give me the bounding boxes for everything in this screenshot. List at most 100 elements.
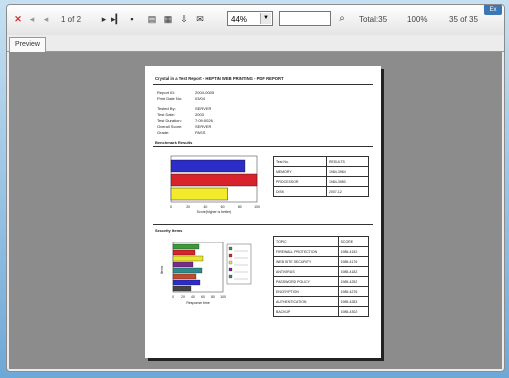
table-cell: Test No. bbox=[273, 156, 327, 167]
table-cell: 1985-4302 bbox=[337, 306, 370, 317]
chart2-bar bbox=[172, 243, 200, 250]
benchmark-table: Test No. RESULTS MEMORY 1984-3984 PROCESSOR 1… bbox=[273, 156, 370, 197]
email-icon[interactable]: ✉ bbox=[195, 13, 205, 25]
section1-label: Benchmark Results bbox=[155, 140, 193, 145]
tab-bar: Preview bbox=[7, 35, 504, 52]
chart2-bar bbox=[172, 255, 204, 262]
security-chart: 0 20 40 60 80 100 Response time Items bbox=[160, 242, 252, 305]
info-label: Print Date No: bbox=[157, 96, 183, 101]
chart2-bar bbox=[172, 267, 203, 274]
info-value: 7:09:0026 bbox=[195, 118, 213, 123]
chart2-bar bbox=[172, 279, 201, 286]
table-cell: FIREWALL PROTECTION bbox=[273, 246, 339, 257]
percent-label: 100% bbox=[407, 15, 428, 24]
chart2-legend-swatch bbox=[228, 253, 233, 258]
info-value: PASS bbox=[195, 130, 206, 135]
info-value: 2003 bbox=[195, 112, 204, 117]
last-page-icon[interactable]: ▸▎ bbox=[111, 13, 122, 25]
zoom-select[interactable]: 44% ▼ bbox=[227, 11, 273, 26]
stop-icon[interactable]: ▪ bbox=[127, 13, 137, 25]
chart1-axis-label: Score(higher is better) bbox=[197, 210, 232, 214]
table-row: Test No. RESULTS bbox=[273, 156, 370, 167]
table-cell: 1985-4152 bbox=[337, 246, 370, 257]
info-value: 03/04 bbox=[195, 96, 206, 101]
table-cell: 1984-3980 bbox=[325, 176, 370, 187]
info-label: Test Duration: bbox=[157, 118, 182, 123]
table-cell: 1985-4283 bbox=[337, 296, 370, 307]
table-row: WEB SITE SECURITY 1985-4176 bbox=[273, 256, 370, 267]
print-icon[interactable]: ▤ bbox=[147, 13, 157, 25]
chart2-legend-swatch bbox=[228, 260, 233, 265]
table-cell: 1985-4176 bbox=[337, 256, 370, 267]
count-label: 35 of 35 bbox=[449, 15, 478, 24]
info-label: Report ID: bbox=[157, 90, 176, 95]
table-cell: SCORE bbox=[337, 236, 370, 247]
info-value: SERVER bbox=[195, 124, 212, 129]
report-page: Crystal in a Test Report - HEPTIN WEB PR… bbox=[145, 66, 381, 358]
chart1-tick-label: 60 bbox=[221, 205, 225, 209]
info-value: SERVER bbox=[195, 106, 212, 111]
report-viewer-window: ✕ ◂ ◂ 1 of 2 ▸ ▸▎ ▪ ▤ ▦ ⇩ ✉ 44% ▼ ⌕ Tota… bbox=[6, 4, 505, 372]
report-title: Crystal in a Test Report - HEPTIN WEB PR… bbox=[155, 76, 284, 81]
chart1-tick-label: 100 bbox=[254, 205, 260, 209]
chart1-tick-label: 40 bbox=[203, 205, 207, 209]
chart2-axis-label: Response time bbox=[186, 301, 209, 305]
chart2-tick-label: 20 bbox=[181, 295, 185, 299]
info-label: Test Date: bbox=[157, 112, 176, 117]
table-cell: BACKUP bbox=[273, 306, 339, 317]
close-icon[interactable]: ✕ bbox=[13, 13, 23, 25]
table-cell: ANTIVIRUS bbox=[273, 266, 339, 277]
next-page-icon[interactable]: ▸ bbox=[99, 13, 109, 25]
prev-page-icon[interactable]: ◂ bbox=[41, 13, 51, 25]
search-input[interactable] bbox=[279, 11, 331, 26]
table-row: TOPIC SCORE bbox=[273, 236, 370, 247]
table-cell: ENCRYPTION bbox=[273, 286, 339, 297]
print-setup-icon[interactable]: ▦ bbox=[163, 13, 173, 25]
chart2-y-axis-label: Items bbox=[160, 265, 164, 274]
preview-pane: Crystal in a Test Report - HEPTIN WEB PR… bbox=[9, 52, 502, 369]
table-cell: 1985-4252 bbox=[337, 276, 370, 287]
table-row: ENCRYPTION 1985-4276 bbox=[273, 286, 370, 297]
table-cell: PROCESSOR bbox=[273, 176, 327, 187]
table-cell: 1985-4182 bbox=[337, 266, 370, 277]
export-icon[interactable]: ⇩ bbox=[179, 13, 189, 25]
chart1-bar bbox=[170, 173, 258, 187]
table-row: MEMORY 1984-3984 bbox=[273, 166, 370, 177]
table-row: BACKUP 1985-4302 bbox=[273, 306, 370, 317]
table-cell: 1984-3984 bbox=[325, 166, 370, 177]
table-cell: WEB SITE SECURITY bbox=[273, 256, 339, 267]
table-row: AUTHENTICATION 1985-4283 bbox=[273, 296, 370, 307]
table-row: ANTIVIRUS 1985-4182 bbox=[273, 266, 370, 277]
table-cell: PASSWORD POLICY bbox=[273, 276, 339, 287]
chart2-tick-label: 0 bbox=[172, 295, 174, 299]
title-rule bbox=[153, 84, 373, 85]
chart2-tick-label: 100 bbox=[220, 295, 226, 299]
table-cell: MEMORY bbox=[273, 166, 327, 177]
table-row: PASSWORD POLICY 1985-4252 bbox=[273, 276, 370, 287]
table-cell: TOPIC bbox=[273, 236, 339, 247]
table-row: FIREWALL PROTECTION 1985-4152 bbox=[273, 246, 370, 257]
chart2-bar bbox=[172, 249, 196, 256]
chart2-tick-label: 60 bbox=[201, 295, 205, 299]
info-value: 2004-0005 bbox=[195, 90, 215, 95]
section1-rule bbox=[153, 146, 373, 147]
table-row: PROCESSOR 1984-3980 bbox=[273, 176, 370, 187]
chart2-tick-label: 80 bbox=[211, 295, 215, 299]
tab-preview[interactable]: Preview bbox=[9, 37, 46, 52]
first-page-icon[interactable]: ◂ bbox=[27, 13, 37, 25]
zoom-value: 44% bbox=[231, 15, 248, 24]
security-table: TOPIC SCORE FIREWALL PROTECTION 1985-4152 WE… bbox=[273, 236, 370, 317]
chevron-down-icon[interactable]: ▼ bbox=[260, 13, 271, 24]
binoculars-icon[interactable]: ⌕ bbox=[337, 13, 347, 25]
table-cell: 2007-12 bbox=[325, 186, 370, 197]
chart2-legend-swatch bbox=[228, 274, 233, 279]
chart2-legend-swatch bbox=[228, 267, 233, 272]
toolbar: ✕ ◂ ◂ 1 of 2 ▸ ▸▎ ▪ ▤ ▦ ⇩ ✉ 44% ▼ ⌕ Tota… bbox=[7, 5, 504, 36]
benchmark-chart: 0 20 40 60 80 100 Score(higher is better) bbox=[170, 155, 260, 214]
info-label: Grade: bbox=[157, 130, 170, 135]
chart1-tick-label: 20 bbox=[186, 205, 190, 209]
chart2-tick-label: 40 bbox=[191, 295, 195, 299]
table-cell: AUTHENTICATION bbox=[273, 296, 339, 307]
table-cell: 1985-4276 bbox=[337, 286, 370, 297]
exit-button[interactable]: Ex bbox=[484, 5, 502, 15]
